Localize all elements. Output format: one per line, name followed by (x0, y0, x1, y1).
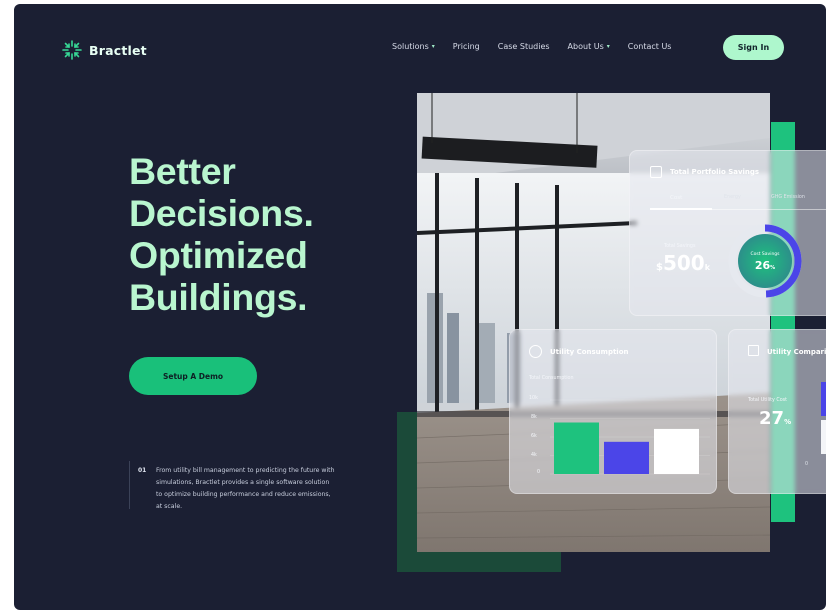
nav-label: Contact Us (627, 42, 672, 51)
nav-label: Solutions (392, 42, 429, 51)
currency-symbol: $ (656, 262, 663, 273)
y-tick-label: 6k (531, 434, 537, 439)
comparison-label: Total Utility Cost (748, 398, 788, 403)
caret-down-icon: ▾ (431, 43, 435, 50)
savings-card-title: Total Portfolio Savings (670, 168, 760, 176)
donut-value: 26 (755, 259, 771, 272)
caret-down-icon: ▾ (606, 43, 610, 50)
utility-comparison-card[interactable]: Utility Comparis Total Utility Cost 27% … (728, 329, 826, 494)
page-frame: Bractlet Solutions ▾ Pricing Case Studie… (14, 4, 826, 610)
y-tick-label: 8k (531, 415, 537, 420)
comparison-card-title: Utility Comparis (767, 348, 826, 356)
description-text: From utility bill management to predicti… (156, 467, 335, 510)
nav-label: Pricing (452, 42, 480, 51)
hero-line: Better (129, 150, 236, 192)
description-number: 01 (138, 467, 147, 474)
comparison-number: 27 (759, 408, 785, 429)
main-nav: Solutions ▾ Pricing Case Studies About U… (392, 42, 689, 51)
utility-icon (529, 345, 542, 358)
tab-energy[interactable]: Energy (724, 195, 741, 200)
comparison-value: 27% (759, 408, 791, 429)
bractlet-logo-icon (62, 40, 82, 60)
nav-label: About Us (567, 42, 604, 51)
nav-solutions[interactable]: Solutions ▾ (392, 42, 435, 51)
consumption-subtitle: Total Consumption (529, 376, 574, 381)
total-savings-label: Total Savings (664, 244, 696, 249)
description-divider (129, 461, 130, 509)
hero-heading: Better Decisions. Optimized Buildings. (129, 150, 314, 318)
consumption-bar (604, 441, 649, 474)
hero-line: Decisions. (129, 192, 314, 234)
total-savings-card[interactable]: Total Portfolio Savings Cost Energy GHG … (629, 150, 826, 316)
savings-amount: 500 (662, 251, 705, 275)
y-tick-label: 0 (537, 470, 541, 475)
tab-divider (712, 208, 826, 210)
comparison-bar-white (821, 420, 826, 454)
hero-line: Buildings. (129, 276, 308, 318)
setup-demo-button[interactable]: Setup A Demo (129, 357, 257, 395)
comparison-axis-zero: 0 (805, 462, 809, 467)
nav-case-studies[interactable]: Case Studies (498, 42, 550, 51)
donut-label: Cost Savings (750, 251, 780, 257)
tab-cost[interactable]: Cost (670, 195, 682, 201)
tab-ghg-emission[interactable]: GHG Emission (771, 195, 805, 200)
y-tick-label: 4k (531, 453, 537, 458)
consumption-card-title: Utility Consumption (550, 348, 629, 356)
savings-icon (650, 166, 662, 178)
brand-name: Bractlet (89, 42, 147, 58)
nav-label: Case Studies (497, 42, 550, 51)
nav-about-us[interactable]: About Us ▾ (568, 42, 610, 51)
nav-pricing[interactable]: Pricing (453, 42, 480, 51)
y-tick-label: 10k (529, 396, 538, 401)
utility-consumption-card[interactable]: Utility Consumption Total Consumption 10… (509, 329, 717, 494)
cost-savings-donut: Cost Savings 26% (728, 224, 802, 298)
comparison-icon (748, 345, 759, 356)
consumption-bar (554, 422, 599, 474)
sign-in-button[interactable]: Sign In (723, 35, 784, 60)
hero-line: Optimized (129, 234, 308, 276)
donut-unit: % (770, 265, 775, 271)
comparison-bar-purple (821, 382, 826, 416)
tab-underline (650, 208, 712, 210)
comparison-unit: % (784, 418, 792, 426)
brand-logo[interactable]: Bractlet (61, 39, 147, 61)
nav-contact-us[interactable]: Contact Us (628, 42, 672, 51)
savings-suffix: k (704, 263, 711, 272)
total-savings-value: $500k (656, 251, 710, 275)
consumption-bar (654, 428, 699, 474)
consumption-bar-chart (550, 399, 710, 475)
